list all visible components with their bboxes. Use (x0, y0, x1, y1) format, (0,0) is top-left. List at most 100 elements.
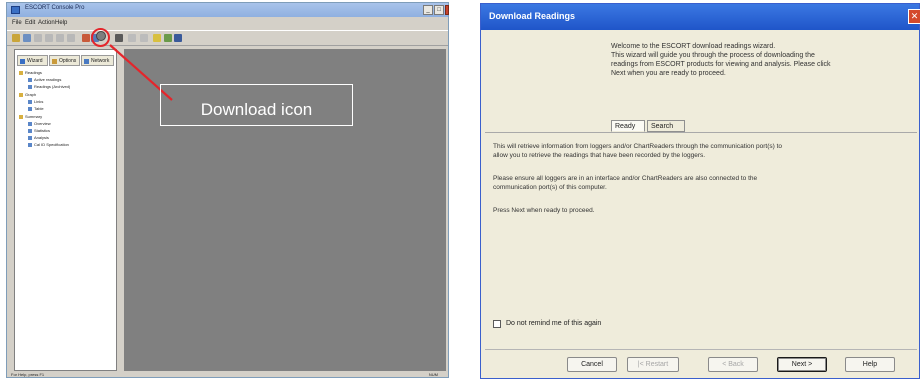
tree-node-label: Cal ID Specification (34, 142, 69, 147)
highlight-circle (91, 28, 110, 47)
welcome-line: This wizard will guide you through the p… (611, 52, 815, 59)
instruction-line: Please ensure all loggers are in an inte… (493, 175, 758, 182)
tab-divider (485, 132, 917, 133)
dialog-close-button[interactable]: ✕ (908, 9, 920, 24)
tab-wizard[interactable]: Wizard (17, 55, 48, 66)
logger-icon[interactable] (82, 34, 90, 42)
help-context-icon[interactable] (164, 34, 172, 42)
document-icon (28, 106, 32, 111)
menu-bar: File Edit Action Help (7, 18, 448, 28)
app-title: ESCORT Console Pro (25, 5, 85, 11)
dialog-title: Download Readings (489, 11, 576, 21)
help-button[interactable]: Help (845, 357, 895, 372)
restart-button[interactable]: |< Restart (627, 357, 679, 372)
open-folder-icon[interactable] (12, 34, 20, 42)
tree-node[interactable]: Analysis (28, 135, 49, 141)
status-bar: For Help, press F1 NUM (7, 371, 448, 378)
instruction-line: This will retrieve information from logg… (493, 143, 783, 150)
tree-node[interactable]: Graph (19, 92, 36, 98)
welcome-line: readings from ESCORT products for viewin… (611, 61, 831, 68)
navigation-tabs: Wizard Options Network (17, 55, 114, 67)
tree-node[interactable]: Summary (19, 114, 42, 120)
document-icon (28, 77, 32, 82)
callout-label: Download icon (200, 100, 313, 119)
tree-node[interactable]: Active readings (28, 77, 61, 83)
welcome-line: Next when you are ready to proceed. (611, 70, 726, 77)
tree-node-label: Active readings (34, 77, 62, 82)
menu-file[interactable]: File (12, 20, 22, 26)
tab-ready[interactable]: Ready (611, 120, 645, 132)
save-icon[interactable] (23, 34, 31, 42)
copy-icon[interactable] (56, 34, 64, 42)
welcome-line: Welcome to the ESCORT download readings … (611, 43, 776, 50)
maximize-button[interactable]: □ (434, 5, 444, 15)
app-window: ESCORT Console Pro _ □ File Edit Action … (6, 2, 449, 378)
folder-icon (19, 92, 23, 97)
cancel-button[interactable]: Cancel (567, 357, 617, 372)
document-icon (28, 121, 32, 126)
remind-checkbox-label[interactable]: Do not remind me of this again (506, 320, 601, 327)
tree-node-label: Graph (25, 92, 37, 97)
welcome-text: Welcome to the ESCORT download readings … (611, 42, 911, 78)
menu-action[interactable]: Action (38, 20, 55, 26)
tab-wizard-label: Wizard (27, 58, 43, 64)
document-icon (28, 142, 32, 147)
close-button[interactable] (445, 5, 449, 15)
table-icon[interactable] (140, 34, 148, 42)
tab-search[interactable]: Search (647, 120, 685, 132)
tree-node[interactable]: Readings (Archived) (28, 84, 70, 90)
tree-node-label: Links (34, 99, 44, 104)
tab-options[interactable]: Options (49, 55, 80, 66)
app-icon (11, 6, 20, 14)
wizard-icon (20, 59, 25, 64)
tree-node[interactable]: Statistics (28, 128, 50, 134)
graph-icon[interactable] (128, 34, 136, 42)
network-icon (84, 59, 89, 64)
tree-node[interactable]: Table (28, 106, 44, 112)
document-icon (28, 135, 32, 140)
document-icon (28, 128, 32, 133)
menu-help[interactable]: Help (55, 20, 67, 26)
tree-node-label: Summary (25, 114, 43, 119)
callout-box: Download icon (160, 84, 353, 126)
num-lock-indicator: NUM (428, 372, 438, 377)
document-icon (28, 99, 32, 104)
tree-node-label: Analysis (34, 135, 49, 140)
tree-node-label: Statistics (34, 128, 51, 133)
tab-network-label: Network (91, 58, 110, 64)
app-title-bar: ESCORT Console Pro _ □ (7, 3, 449, 17)
instruction-line: Press Next when ready to proceed. (493, 207, 595, 214)
stop-icon[interactable] (115, 34, 123, 42)
navigation-panel: Wizard Options Network Readings Active r… (14, 49, 117, 371)
instruction-line: allow you to retrieve the readings that … (493, 152, 706, 159)
tree-node-label: Readings (Archived) (34, 84, 71, 89)
dialog-title-bar: Download Readings ✕ (481, 4, 920, 30)
tree-node-label: Overview (34, 121, 51, 126)
next-button[interactable]: Next > (777, 357, 827, 372)
tree-node-label: Readings (25, 70, 42, 75)
minimize-button[interactable]: _ (423, 5, 433, 15)
folder-icon (19, 114, 23, 119)
paste-icon[interactable] (67, 34, 75, 42)
status-text: For Help, press F1 (11, 372, 45, 377)
cut-icon[interactable] (45, 34, 53, 42)
folder-icon (19, 70, 23, 75)
back-button[interactable]: < Back (708, 357, 758, 372)
remind-checkbox[interactable] (493, 320, 501, 328)
tree-node-label: Table (34, 106, 44, 111)
download-readings-dialog: Download Readings ✕ Welcome to the ESCOR… (480, 3, 920, 379)
tree-node[interactable]: Readings (19, 70, 42, 76)
options-icon (52, 59, 57, 64)
print-icon[interactable] (34, 34, 42, 42)
tree-node[interactable]: Overview (28, 121, 51, 127)
about-icon[interactable] (174, 34, 182, 42)
tab-options-label: Options (59, 58, 77, 64)
tab-network[interactable]: Network (81, 55, 114, 66)
document-icon (28, 84, 32, 89)
tree-node[interactable]: Cal ID Specification (28, 142, 69, 148)
menu-edit[interactable]: Edit (25, 20, 35, 26)
tree-node[interactable]: Links (28, 99, 43, 105)
report-icon[interactable] (153, 34, 161, 42)
toolbar (7, 30, 448, 46)
footer-divider (485, 349, 917, 350)
